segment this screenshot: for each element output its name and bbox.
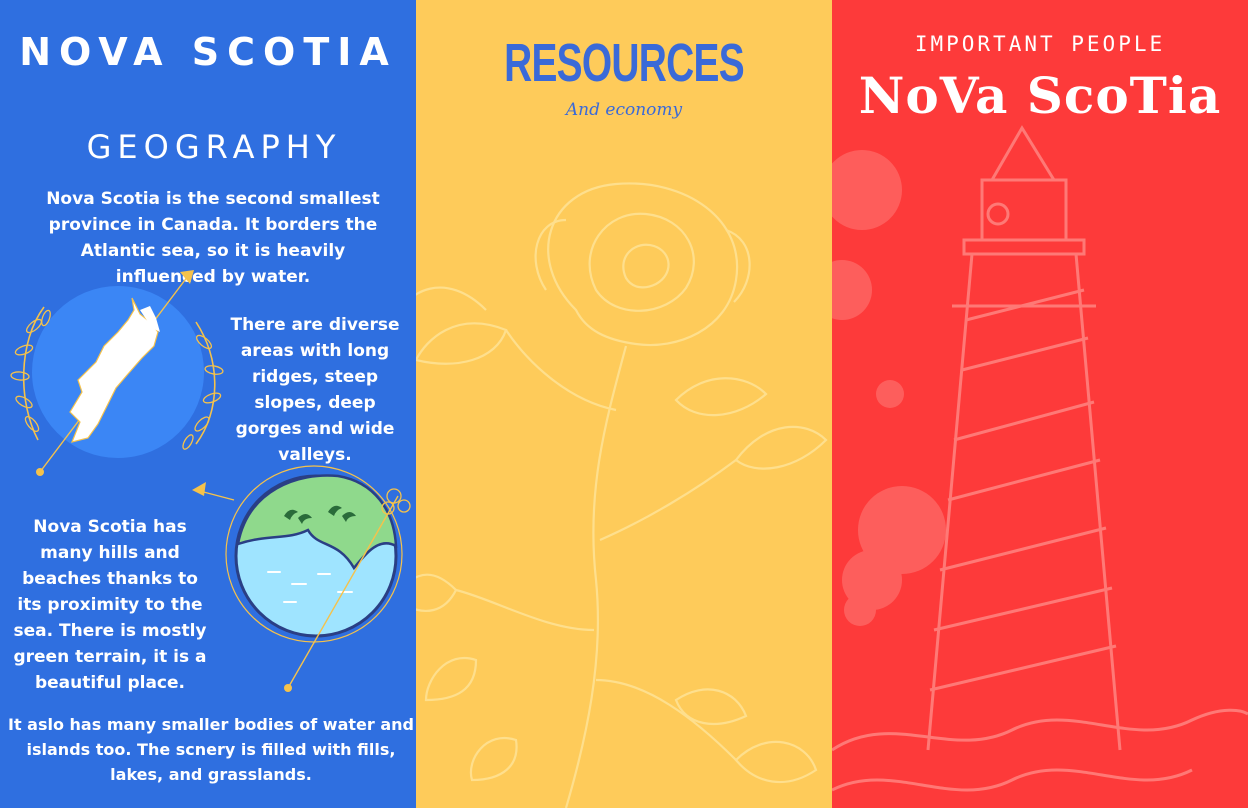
geography-heading: GEOGRAPHY	[86, 128, 342, 166]
hills-beaches-text: Nova Scotia has many hills and beaches t…	[13, 517, 207, 693]
geography-panel: NOVA SCOTIA GEOGRAPHY Nova Scotia is the…	[0, 0, 416, 808]
terrain-text: There are diverse areas with long ridges…	[230, 315, 400, 465]
rose-illustration	[416, 182, 828, 808]
resources-title: RESOURCES	[504, 33, 745, 93]
people-title: NoVa ScoTia	[858, 66, 1222, 125]
nova-scotia-map-icon	[10, 270, 224, 476]
water-islands-text: It aslo has many smaller bodies of water…	[8, 715, 414, 784]
geography-panel-title: NOVA SCOTIA	[19, 30, 397, 74]
coastline-globe-icon	[192, 465, 411, 692]
resources-subtitle: And economy	[565, 100, 683, 120]
people-panel: IMPORTANT PEOPLE NoVa ScoTia	[832, 0, 1248, 808]
lighthouse-illustration	[832, 125, 1248, 792]
resources-panel: RESOURCES And economy	[416, 0, 832, 808]
people-kicker: IMPORTANT PEOPLE	[914, 32, 1166, 56]
